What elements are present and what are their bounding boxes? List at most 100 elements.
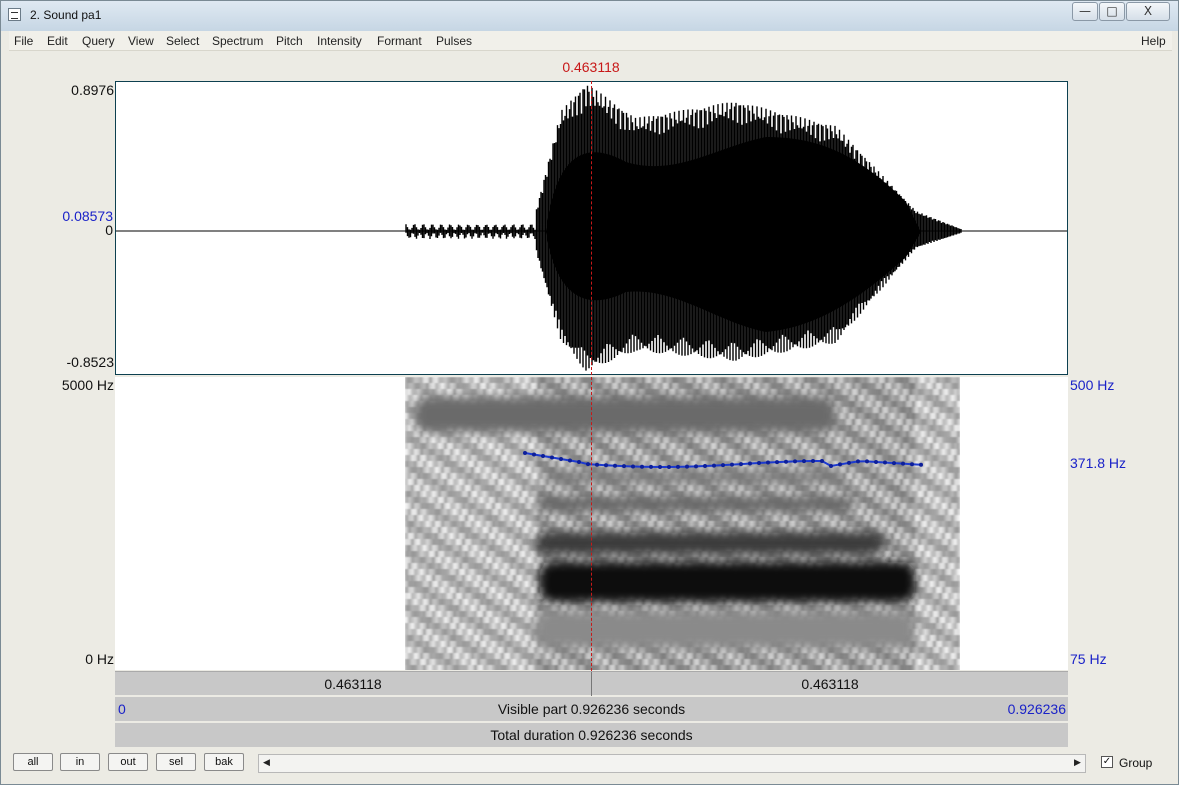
spectrogram-cell xyxy=(621,455,624,461)
menu-pitch[interactable]: Pitch xyxy=(276,34,303,48)
spectrogram-cell xyxy=(639,647,642,653)
spectrogram-cell xyxy=(468,575,471,581)
spectrogram-cell xyxy=(687,437,690,443)
menu-pulses[interactable]: Pulses xyxy=(436,34,472,48)
spectrogram-cell xyxy=(495,383,498,389)
spectrogram-cell xyxy=(705,389,708,395)
spectrogram-cell xyxy=(528,653,531,659)
spectrogram-cell xyxy=(537,659,540,665)
spectrogram-cell xyxy=(429,437,432,443)
spectrogram-cell xyxy=(456,575,459,581)
menu-formant[interactable]: Formant xyxy=(377,34,422,48)
spectrogram-cell xyxy=(450,449,453,455)
spectrogram-cell xyxy=(432,527,435,533)
spectrogram-cell xyxy=(489,557,492,563)
spectrogram-cell xyxy=(492,533,495,539)
spectrogram-cell xyxy=(453,383,456,389)
spectrogram-cell xyxy=(405,641,408,647)
spectrogram-cell xyxy=(519,623,522,629)
spectrogram-cell xyxy=(642,521,645,527)
spectrogram-cell xyxy=(423,617,426,623)
spectrogram-cell xyxy=(507,629,510,635)
spectrogram-cell xyxy=(504,623,507,629)
spectrogram-cell xyxy=(429,479,432,485)
menu-edit[interactable]: Edit xyxy=(47,34,68,48)
spectrogram-cell xyxy=(468,569,471,575)
menu-view[interactable]: View xyxy=(128,34,154,48)
spectrogram-cell xyxy=(678,605,681,611)
spectrogram-cell xyxy=(471,509,474,515)
spectrogram-cell xyxy=(414,545,417,551)
spectrogram-cell xyxy=(660,659,663,665)
spectrogram-cell xyxy=(621,659,624,665)
spectrogram-cell xyxy=(534,509,537,515)
spectrogram-cell xyxy=(510,479,513,485)
spectrogram-cell xyxy=(438,527,441,533)
spectrogram-cell xyxy=(651,653,654,659)
spectrogram-cell xyxy=(573,437,576,443)
spectrogram-cell xyxy=(483,557,486,563)
spectrogram-cell xyxy=(444,635,447,641)
spectrogram-cell xyxy=(498,617,501,623)
spectrogram-cell xyxy=(474,527,477,533)
spectrogram-cell xyxy=(486,665,489,670)
spectrogram-cell xyxy=(411,539,414,545)
spectrogram-cell xyxy=(543,479,546,485)
spectrogram-cell xyxy=(609,377,612,383)
spectrogram-cell xyxy=(552,605,555,611)
spectrogram-cell xyxy=(513,665,516,670)
menu-file[interactable]: File xyxy=(14,34,33,48)
spectrogram-cell xyxy=(675,491,678,497)
spectrogram-cell xyxy=(471,455,474,461)
spectrogram-cell xyxy=(534,461,537,467)
spectrogram-cell xyxy=(543,659,546,665)
spectrogram-cell xyxy=(426,539,429,545)
spectrogram-cell xyxy=(420,509,423,515)
spectrogram-cell xyxy=(411,527,414,533)
maximize-button[interactable]: □ xyxy=(1099,2,1125,21)
spectrogram-cell xyxy=(498,515,501,521)
menu-intensity[interactable]: Intensity xyxy=(317,34,362,48)
spectrogram-cell xyxy=(426,533,429,539)
spectrogram-cell xyxy=(414,611,417,617)
spectrogram-cell xyxy=(444,389,447,395)
spectrogram-cell xyxy=(618,605,621,611)
spectrogram-cell xyxy=(501,569,504,575)
spectrogram-cell xyxy=(450,665,453,670)
menu-query[interactable]: Query xyxy=(82,34,115,48)
spectrogram-cell xyxy=(498,473,501,479)
spectrogram-cell xyxy=(528,383,531,389)
spectrogram-cell xyxy=(531,641,534,647)
menu-spectrum[interactable]: Spectrum xyxy=(212,34,263,48)
menu-select[interactable]: Select xyxy=(166,34,199,48)
spectrogram-cell xyxy=(471,665,474,670)
spectrogram-cell xyxy=(639,491,642,497)
spectrogram-cell xyxy=(489,389,492,395)
spectrogram-cell xyxy=(678,455,681,461)
spectrogram-cell xyxy=(423,647,426,653)
spectrogram-cell xyxy=(489,491,492,497)
spectrogram-cell xyxy=(462,605,465,611)
spectrogram-cell xyxy=(429,545,432,551)
spectrogram-cell xyxy=(447,509,450,515)
spectrogram-cell xyxy=(453,509,456,515)
spectrogram-cell xyxy=(438,665,441,670)
spectrogram-cell xyxy=(555,653,558,659)
spectrogram-cell xyxy=(570,383,573,389)
spectrogram-cell xyxy=(438,653,441,659)
minimize-button[interactable]: — xyxy=(1072,2,1098,21)
spectrogram-cell xyxy=(516,557,519,563)
spectrogram-cell xyxy=(408,527,411,533)
spectrogram-cell xyxy=(513,641,516,647)
spectrogram-cell xyxy=(594,443,597,449)
spectrogram-cell xyxy=(486,491,489,497)
spectrogram-cell xyxy=(441,653,444,659)
close-button[interactable]: X xyxy=(1126,2,1170,21)
spectrogram-cell xyxy=(648,383,651,389)
spectrogram-cell xyxy=(645,653,648,659)
spectrogram-cell xyxy=(705,665,708,670)
spectrogram-cell xyxy=(486,461,489,467)
spectrogram-cell xyxy=(480,497,483,503)
menu-help[interactable]: Help xyxy=(1141,34,1166,48)
spectrogram-cell xyxy=(531,563,534,569)
